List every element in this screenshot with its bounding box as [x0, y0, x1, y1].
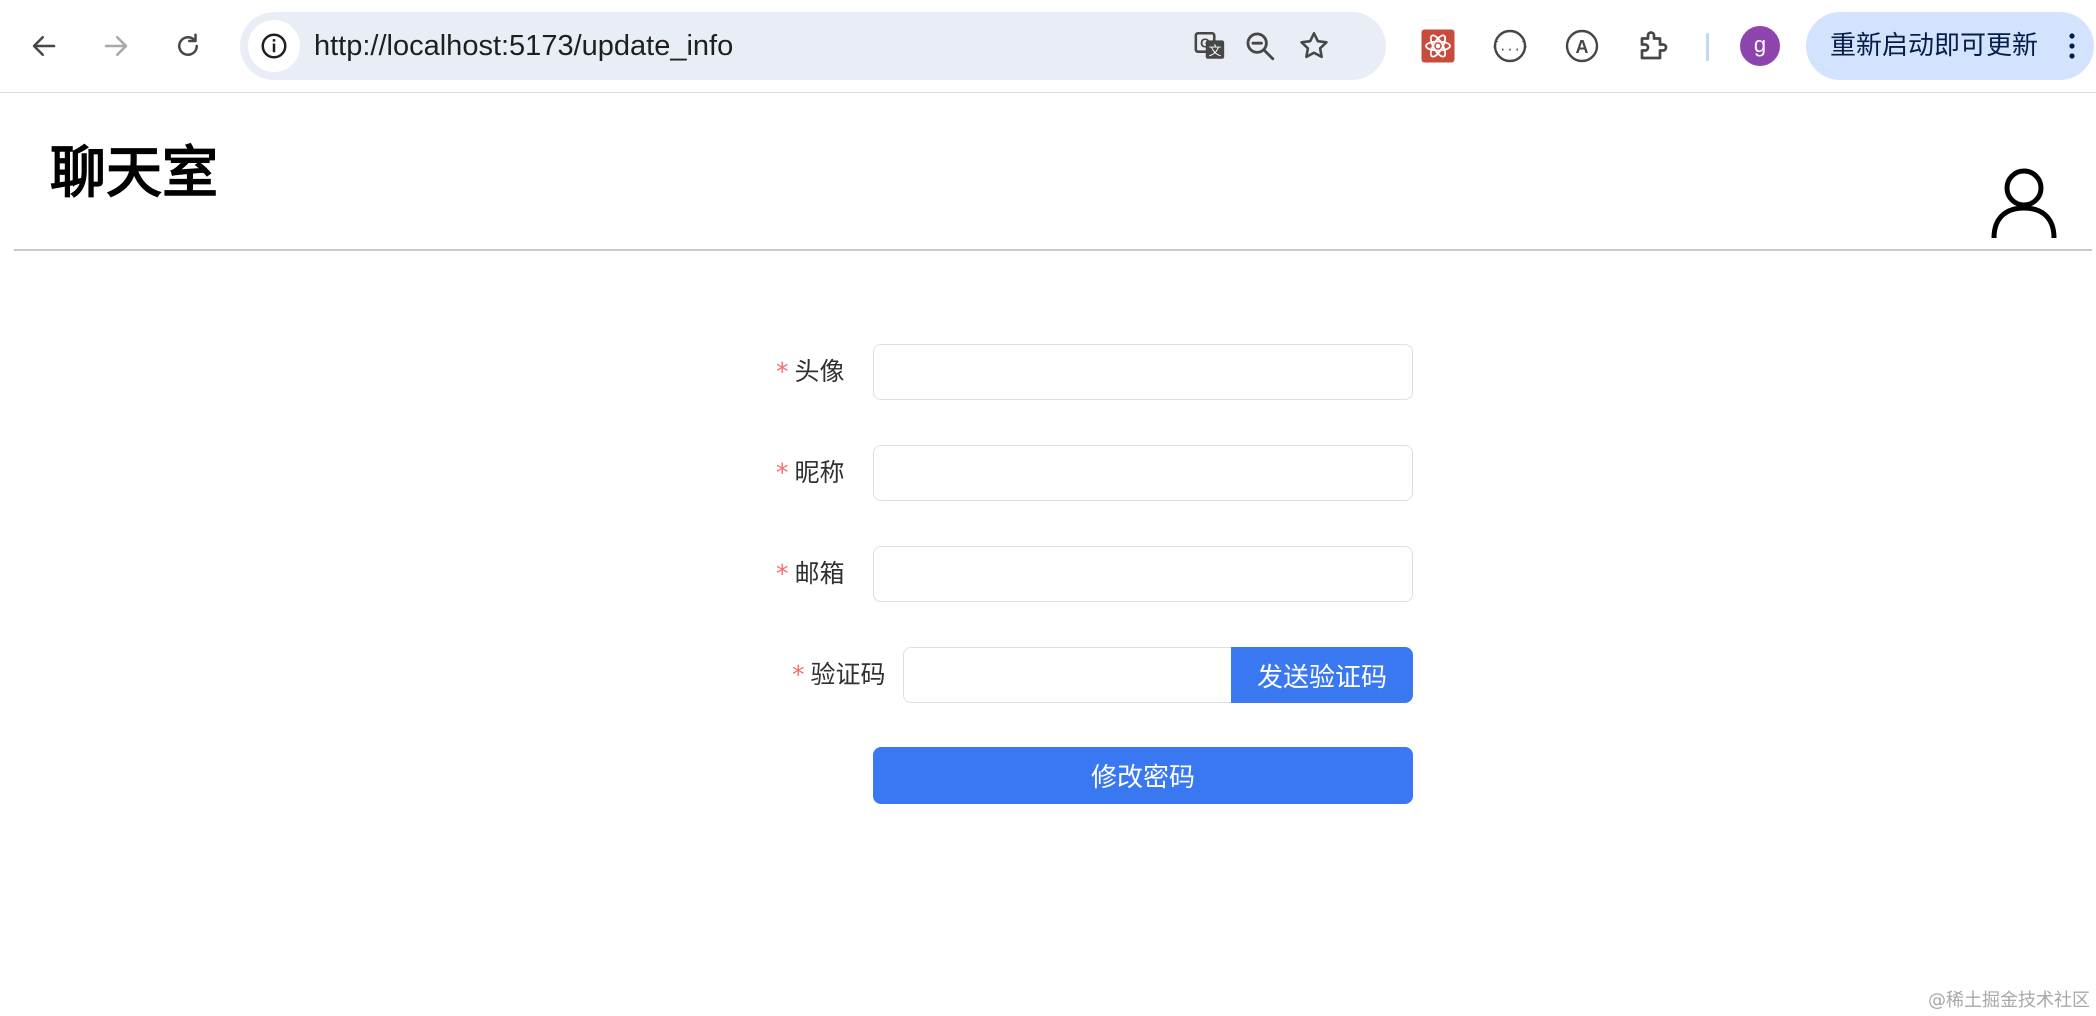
watermark: @稀土掘金技术社区 — [1928, 990, 2090, 1011]
required-mark: * — [776, 458, 789, 487]
react-devtools-extension[interactable] — [1416, 24, 1460, 68]
circle-a-icon: A — [1565, 29, 1599, 63]
more-vert-icon[interactable] — [2062, 30, 2082, 62]
translate-button[interactable]: G 文 — [1190, 26, 1230, 66]
avatar-label-text: 头像 — [794, 357, 845, 386]
browser-toolbar: http://localhost:5173/update_info G 文 {.… — [0, 0, 2096, 93]
braces-icon: {...} — [1492, 29, 1528, 63]
nickname-label-text: 昵称 — [794, 458, 845, 487]
translate-icon: G 文 — [1194, 31, 1225, 59]
reload-button[interactable] — [164, 22, 212, 70]
zoom-button[interactable] — [1240, 26, 1280, 66]
user-icon[interactable] — [1984, 162, 2064, 242]
relaunch-update-label: 重新启动即可更新 — [1830, 31, 2039, 61]
text-extension[interactable]: A — [1560, 24, 1604, 68]
required-mark: * — [776, 559, 789, 588]
captcha-label-text: 验证码 — [810, 660, 886, 689]
back-button[interactable] — [20, 22, 68, 70]
toolbar-divider — [1706, 33, 1709, 61]
extensions-button[interactable] — [1632, 24, 1676, 68]
email-label-text: 邮箱 — [794, 559, 845, 588]
forward-button[interactable] — [92, 22, 140, 70]
required-mark: * — [776, 357, 789, 386]
send-code-button[interactable]: 发送验证码 — [1231, 647, 1413, 703]
avatar-label: * 头像 — [776, 344, 845, 400]
change-password-button[interactable]: 修改密码 — [873, 747, 1413, 804]
nickname-label: * 昵称 — [776, 445, 845, 501]
relaunch-update-button[interactable]: 重新启动即可更新 — [1806, 12, 2094, 80]
zoom-out-icon — [1246, 32, 1275, 61]
arrow-left-icon — [32, 36, 56, 56]
arrow-right-icon — [104, 36, 128, 56]
json-formatter-extension[interactable]: {...} — [1488, 24, 1532, 68]
required-mark: * — [792, 660, 805, 689]
puzzle-icon — [1640, 31, 1668, 60]
avatar-input[interactable] — [873, 344, 1413, 400]
profile-avatar[interactable]: g — [1740, 26, 1780, 66]
captcha-label: * 验证码 — [792, 647, 886, 703]
nickname-input[interactable] — [873, 445, 1413, 501]
app-header: 聊天室 — [14, 94, 2092, 251]
email-label: * 邮箱 — [776, 546, 845, 602]
react-icon — [1421, 29, 1455, 63]
svg-text:A: A — [1576, 37, 1589, 57]
site-info-button[interactable] — [248, 20, 300, 72]
info-icon — [261, 33, 287, 59]
app-title: 聊天室 — [50, 141, 218, 206]
address-bar[interactable]: http://localhost:5173/update_info G 文 — [240, 12, 1386, 80]
bookmark-button[interactable] — [1294, 26, 1334, 66]
svg-text:{...}: {...} — [1492, 40, 1528, 54]
svg-text:文: 文 — [1209, 43, 1222, 58]
url-text[interactable]: http://localhost:5173/update_info — [314, 12, 733, 80]
email-input[interactable] — [873, 546, 1413, 602]
reload-icon — [178, 33, 198, 56]
captcha-input[interactable] — [903, 647, 1233, 703]
star-icon — [1300, 31, 1328, 59]
